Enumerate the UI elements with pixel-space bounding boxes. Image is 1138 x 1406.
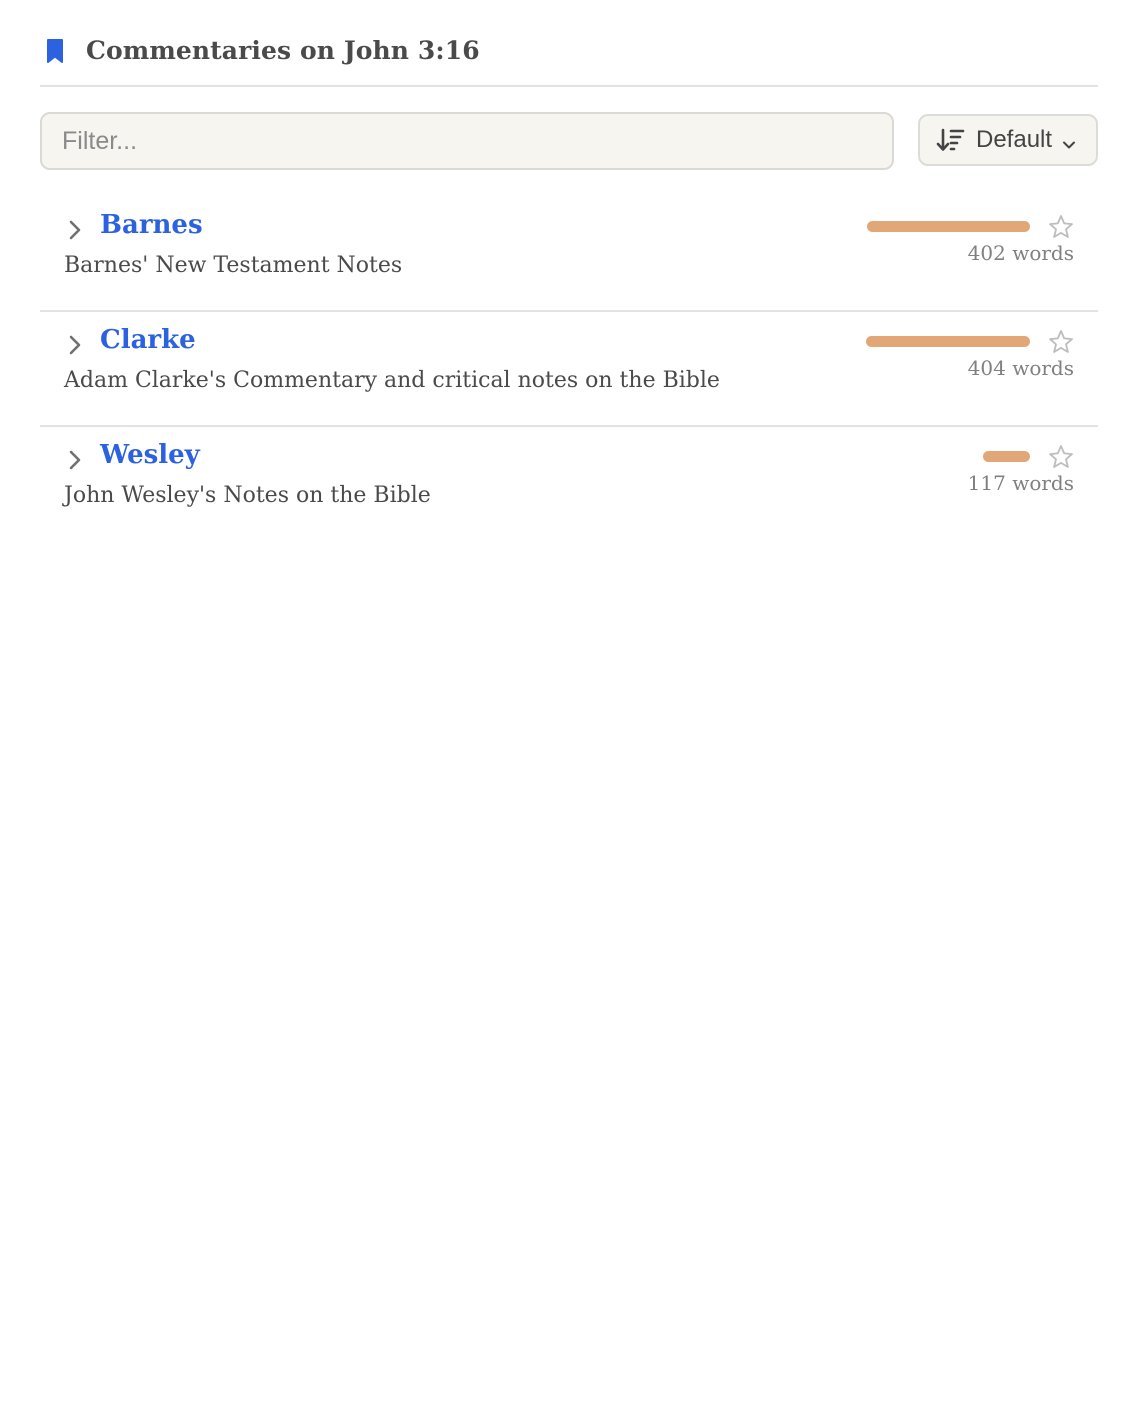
word-count-bar xyxy=(866,336,1030,347)
word-count: 404 words xyxy=(967,356,1074,380)
star-icon[interactable] xyxy=(1048,214,1074,240)
commentary-description: John Wesley's Notes on the Bible xyxy=(64,483,431,508)
commentary-description: Barnes' New Testament Notes xyxy=(64,253,403,278)
chevron-right-icon[interactable] xyxy=(66,448,84,472)
word-count: 117 words xyxy=(967,471,1074,495)
commentary-list: Barnes Barnes' New Testament Notes 402 w… xyxy=(40,197,1098,540)
word-count-bar xyxy=(983,451,1030,462)
chevron-down-icon xyxy=(1062,135,1076,149)
commentary-name-link[interactable]: Barnes xyxy=(100,210,203,240)
word-count: 402 words xyxy=(967,241,1074,265)
bookmark-icon xyxy=(46,38,64,64)
sort-descending-icon xyxy=(936,127,966,153)
commentaries-panel: Commentaries on John 3:16 Default xyxy=(40,0,1098,540)
list-item: Clarke Adam Clarke's Commentary and crit… xyxy=(40,312,1098,427)
commentary-name-link[interactable]: Clarke xyxy=(100,325,196,355)
star-icon[interactable] xyxy=(1048,329,1074,355)
panel-header: Commentaries on John 3:16 xyxy=(40,0,1098,87)
chevron-right-icon[interactable] xyxy=(66,333,84,357)
list-item: Wesley John Wesley's Notes on the Bible … xyxy=(40,427,1098,540)
star-icon[interactable] xyxy=(1048,444,1074,470)
list-item: Barnes Barnes' New Testament Notes 402 w… xyxy=(40,197,1098,312)
chevron-right-icon[interactable] xyxy=(66,218,84,242)
sort-dropdown-button[interactable]: Default xyxy=(918,114,1098,166)
sort-label: Default xyxy=(976,126,1053,153)
word-count-bar xyxy=(867,221,1030,232)
commentary-description: Adam Clarke's Commentary and critical no… xyxy=(64,368,720,393)
filter-input[interactable] xyxy=(40,112,894,170)
commentary-name-link[interactable]: Wesley xyxy=(100,440,200,470)
toolbar: Default xyxy=(40,87,1098,197)
page-title: Commentaries on John 3:16 xyxy=(86,36,480,65)
